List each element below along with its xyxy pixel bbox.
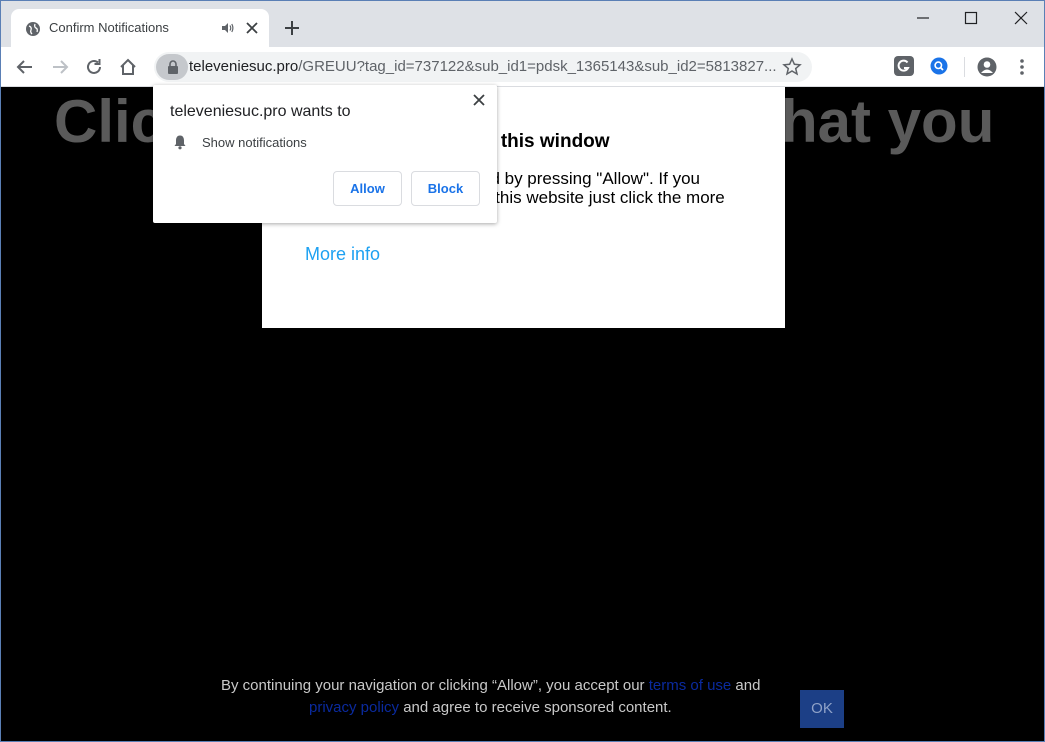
footer-line-2: privacy policy and agree to receive spon… (309, 699, 672, 716)
block-button[interactable]: Block (411, 171, 480, 206)
allow-button[interactable]: Allow (333, 171, 402, 206)
heading-left-fragment: Clic (54, 88, 165, 155)
maximize-icon[interactable] (962, 9, 980, 27)
home-icon[interactable] (118, 57, 138, 77)
browser-toolbar: televeniesuc.pro/GREUU?tag_id=737122&sub… (1, 47, 1044, 87)
address-bar[interactable]: televeniesuc.pro/GREUU?tag_id=737122&sub… (154, 52, 812, 82)
globe-icon (26, 22, 40, 36)
site-info-button[interactable] (156, 54, 188, 80)
terms-of-use-link[interactable]: terms of use (649, 677, 732, 694)
url-path: /GREUU?tag_id=737122&sub_id1=pdsk_136514… (298, 58, 777, 75)
extension-search-icon[interactable] (929, 56, 949, 76)
new-tab-icon[interactable] (283, 19, 301, 37)
notification-permission-popup: televeniesuc.pro wants to Show notificat… (153, 85, 497, 223)
tab-title: Confirm Notifications (49, 20, 169, 35)
permission-title: televeniesuc.pro wants to (170, 103, 351, 120)
ok-button[interactable]: OK (800, 690, 844, 728)
lock-icon (168, 60, 178, 74)
privacy-policy-link[interactable]: privacy policy (309, 699, 399, 716)
tab-confirm-notifications[interactable]: Confirm Notifications (11, 9, 269, 47)
close-popup-icon[interactable] (471, 92, 487, 108)
url-host: televeniesuc.pro (189, 58, 299, 75)
bookmark-star-icon[interactable] (782, 57, 802, 77)
bell-icon (174, 135, 186, 150)
footer-line-1: By continuing your navigation or clickin… (221, 677, 761, 694)
url-text[interactable]: televeniesuc.pro/GREUU?tag_id=737122&sub… (189, 58, 777, 75)
minimize-icon[interactable] (914, 9, 932, 27)
extension-g-icon[interactable] (894, 56, 914, 76)
close-window-icon[interactable] (1012, 9, 1030, 27)
forward-arrow-icon[interactable] (50, 57, 70, 77)
toolbar-separator (964, 57, 965, 77)
back-arrow-icon[interactable] (15, 57, 35, 77)
close-tab-icon[interactable] (244, 20, 260, 36)
permission-description: Show notifications (202, 135, 307, 150)
tab-strip: Confirm Notifications (1, 1, 1044, 47)
browser-window: Confirm Notifications televeniesuc.pro/G… (0, 0, 1045, 742)
heading-right-fragment: hat you (781, 88, 995, 155)
profile-avatar-icon[interactable] (977, 57, 997, 77)
reload-icon[interactable] (84, 57, 104, 77)
menu-kebab-icon[interactable] (1012, 57, 1032, 77)
more-info-link[interactable]: More info (305, 244, 380, 265)
speaker-icon[interactable] (221, 21, 235, 35)
